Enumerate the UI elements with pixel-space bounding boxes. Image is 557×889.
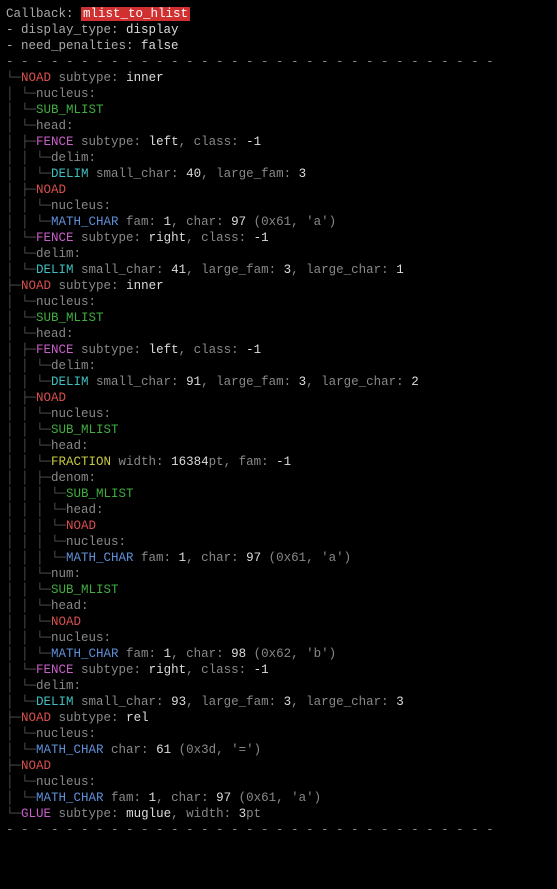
noad-3: ├─NOAD subtype: rel — [6, 710, 551, 726]
noad-2-fence-right-delim: │ └─delim: — [6, 678, 551, 694]
glue: └─GLUE subtype: muglue, width: 3pt — [6, 806, 551, 822]
noad-2-inner-head: │ │ └─head: — [6, 438, 551, 454]
noad-2-fraction-denom: │ │ ├─denom: — [6, 470, 551, 486]
header-callback: Callback: mlist_to_hlist — [6, 6, 551, 22]
noad-1-fence-right: │ └─FENCE subtype: right, class: -1 — [6, 230, 551, 246]
noad-1-inner-mathchar: │ │ └─MATH_CHAR fam: 1, char: 97 (0x61, … — [6, 214, 551, 230]
noad-1-fence-right-delim-v: │ └─DELIM small_char: 41, large_fam: 3, … — [6, 262, 551, 278]
header-display-type: - display_type: display — [6, 22, 551, 38]
noad-1-head: │ └─head: — [6, 118, 551, 134]
noad-1-nucleus: │ └─nucleus: — [6, 86, 551, 102]
noad-2-fence-left: │ ├─FENCE subtype: left, class: -1 — [6, 342, 551, 358]
noad-2: ├─NOAD subtype: inner — [6, 278, 551, 294]
noad-2-fraction-num: │ │ └─num: — [6, 566, 551, 582]
noad-2-fraction-num-nuc: │ │ └─nucleus: — [6, 630, 551, 646]
noad-4-nucleus: │ └─nucleus: — [6, 774, 551, 790]
noad-2-fraction-denom-sub: │ │ │ └─SUB_MLIST — [6, 486, 551, 502]
noad-1-fence-right-delim: │ └─delim: — [6, 246, 551, 262]
rule-bottom: - - - - - - - - - - - - - - - - - - - - … — [6, 822, 551, 838]
noad-3-nucleus: │ └─nucleus: — [6, 726, 551, 742]
noad-2-fraction-denom-mc: │ │ │ └─MATH_CHAR fam: 1, char: 97 (0x61… — [6, 550, 551, 566]
noad-1: └─NOAD subtype: inner — [6, 70, 551, 86]
noad-1-inner: │ ├─NOAD — [6, 182, 551, 198]
noad-1-inner-nucleus: │ │ └─nucleus: — [6, 198, 551, 214]
noad-2-fence-right-delim-v: │ └─DELIM small_char: 93, large_fam: 3, … — [6, 694, 551, 710]
noad-2-nucleus: │ └─nucleus: — [6, 294, 551, 310]
noad-2-fence-right: │ └─FENCE subtype: right, class: -1 — [6, 662, 551, 678]
noad-2-inner-sub-mlist: │ │ └─SUB_MLIST — [6, 422, 551, 438]
noad-1-fence-left-delim-v: │ │ └─DELIM small_char: 40, large_fam: 3 — [6, 166, 551, 182]
rule-top: - - - - - - - - - - - - - - - - - - - - … — [6, 54, 551, 70]
noad-2-head: │ └─head: — [6, 326, 551, 342]
noad-2-fraction-num-sub: │ │ └─SUB_MLIST — [6, 582, 551, 598]
noad-1-fence-left-delim: │ │ └─delim: — [6, 150, 551, 166]
noad-4: ├─NOAD — [6, 758, 551, 774]
noad-2-fraction-denom-head: │ │ │ └─head: — [6, 502, 551, 518]
noad-2-fraction-denom-noad: │ │ │ └─NOAD — [6, 518, 551, 534]
noad-2-fraction-num-mc: │ │ └─MATH_CHAR fam: 1, char: 98 (0x62, … — [6, 646, 551, 662]
noad-4-mathchar: │ └─MATH_CHAR fam: 1, char: 97 (0x61, 'a… — [6, 790, 551, 806]
noad-2-inner-nucleus: │ │ └─nucleus: — [6, 406, 551, 422]
noad-2-fraction-num-head: │ │ └─head: — [6, 598, 551, 614]
noad-2-fence-left-delim: │ │ └─delim: — [6, 358, 551, 374]
noad-2-fraction: │ │ └─FRACTION width: 16384pt, fam: -1 — [6, 454, 551, 470]
noad-3-mathchar: │ └─MATH_CHAR char: 61 (0x3d, '=') — [6, 742, 551, 758]
noad-2-fence-left-delim-v: │ │ └─DELIM small_char: 91, large_fam: 3… — [6, 374, 551, 390]
header-need-penalties: - need_penalties: false — [6, 38, 551, 54]
callback-name: mlist_to_hlist — [81, 7, 190, 21]
noad-2-fraction-denom-nuc: │ │ │ └─nucleus: — [6, 534, 551, 550]
noad-1-fence-left: │ ├─FENCE subtype: left, class: -1 — [6, 134, 551, 150]
noad-2-inner: │ ├─NOAD — [6, 390, 551, 406]
noad-1-sub-mlist: │ └─SUB_MLIST — [6, 102, 551, 118]
noad-2-fraction-num-noad: │ │ └─NOAD — [6, 614, 551, 630]
noad-2-sub-mlist: │ └─SUB_MLIST — [6, 310, 551, 326]
